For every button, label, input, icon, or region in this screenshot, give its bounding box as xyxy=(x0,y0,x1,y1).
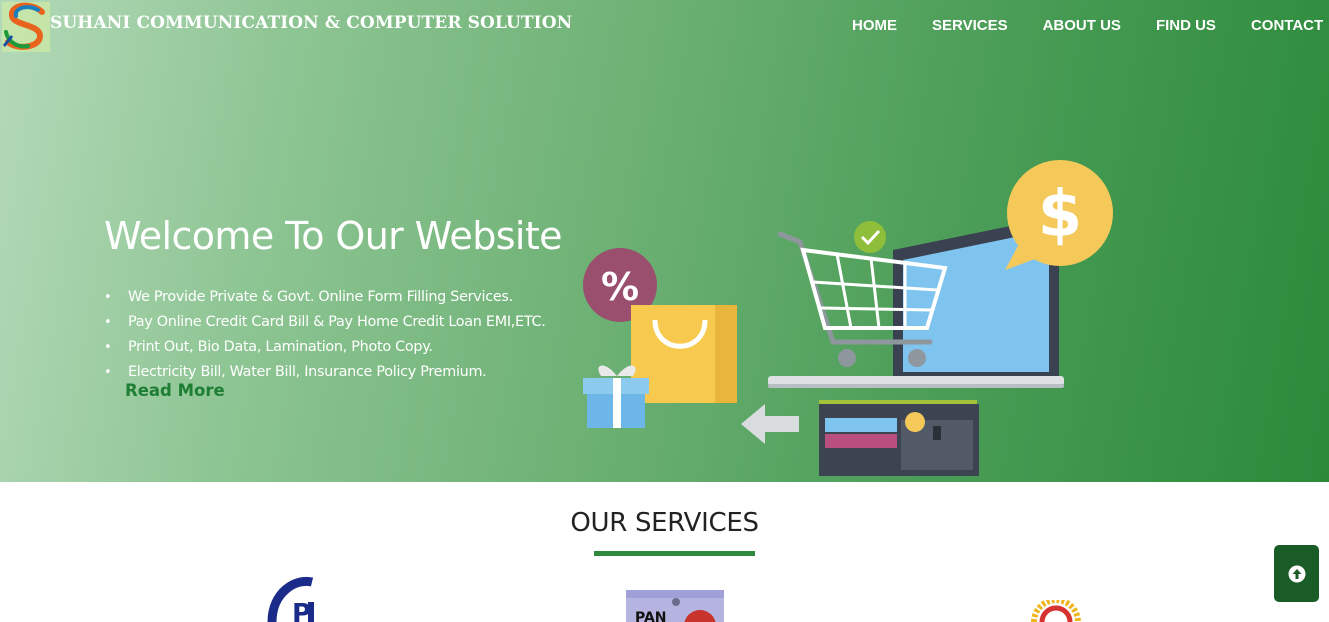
scroll-to-top-button[interactable] xyxy=(1274,545,1319,602)
arrow-left-icon xyxy=(741,404,799,444)
arrow-up-icon xyxy=(1288,565,1305,582)
svg-text:$: $ xyxy=(1038,178,1083,252)
svg-text:PAN: PAN xyxy=(635,610,667,622)
wallet-icon xyxy=(819,400,979,476)
ipb-logo-icon[interactable]: P xyxy=(262,574,332,622)
nav-find-us[interactable]: FIND US xyxy=(1156,17,1216,34)
hero-banner: SUHANI COMMUNICATION & COMPUTER SOLUTION… xyxy=(0,0,1329,482)
heading-underline xyxy=(594,551,755,556)
nav-services[interactable]: SERVICES xyxy=(932,17,1008,34)
services-heading: OUR SERVICES xyxy=(570,508,759,538)
hero-bullet-list: • We Provide Private & Govt. Online Form … xyxy=(104,285,546,385)
svg-text:%: % xyxy=(601,265,639,309)
brand-name[interactable]: SUHANI COMMUNICATION & COMPUTER SOLUTION xyxy=(50,13,572,33)
brand-logo-icon[interactable] xyxy=(2,2,50,52)
pan-card-icon[interactable]: PAN xyxy=(626,590,724,622)
check-icon xyxy=(854,221,886,253)
nav-contact[interactable]: CONTACT xyxy=(1251,17,1323,34)
main-nav: HOME SERVICES ABOUT US FIND US CONTACT xyxy=(852,17,1329,34)
list-item: • We Provide Private & Govt. Online Form … xyxy=(104,289,513,305)
read-more-link[interactable]: Read More xyxy=(125,381,225,400)
ecommerce-illustration: % $ xyxy=(583,160,1113,476)
aadhaar-logo-icon[interactable] xyxy=(1020,597,1092,622)
nav-about-us[interactable]: ABOUT US xyxy=(1043,17,1121,34)
nav-home[interactable]: HOME xyxy=(852,17,897,34)
list-item: • Print Out, Bio Data, Lamination, Photo … xyxy=(104,339,433,355)
hero-title: Welcome To Our Website xyxy=(104,214,563,258)
dollar-bubble-icon: $ xyxy=(1005,160,1113,270)
list-item: • Pay Online Credit Card Bill & Pay Home … xyxy=(104,314,546,330)
